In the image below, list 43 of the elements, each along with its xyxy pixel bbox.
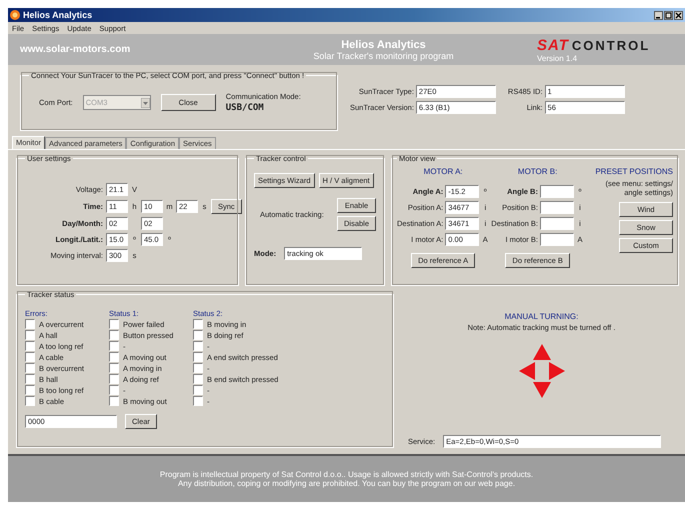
checkbox[interactable] [25,330,35,340]
close-icon[interactable] [674,10,683,20]
minimize-icon[interactable] [654,10,663,20]
checkbox[interactable] [109,352,119,362]
section-title: MANUAL TURNING: [504,312,578,321]
input-field[interactable] [540,233,574,246]
app-icon [10,10,20,20]
checkbox[interactable] [193,374,203,384]
footer-text: Any distribution, coping or modifying are prohibited. You can buy the program on our web page. [178,479,516,488]
checkbox[interactable] [25,341,35,351]
column-title: MOTOR B: [516,167,558,178]
arrow-down-icon[interactable] [532,382,550,398]
version-label: Version 1.4 [537,54,578,62]
column-title: PRESET POSITIONS [595,167,673,176]
maximize-icon[interactable] [664,10,673,20]
checkbox[interactable] [25,319,35,329]
window-title: Helios Analytics [23,10,92,20]
column-title: MOTOR A: [422,167,464,178]
checkbox[interactable] [25,396,35,406]
checkbox[interactable] [25,363,35,373]
checkbox[interactable] [25,385,35,395]
checkbox[interactable] [193,352,203,362]
checkbox[interactable] [193,319,203,329]
checkbox[interactable] [109,374,119,384]
arrow-up-icon[interactable] [532,344,550,360]
footer-text: Program is intellectual property of Sat Control d.o.o.. Usage is allowed strictly with Sat-Control's products. [160,470,534,479]
logo-text: CONTROL [572,38,650,52]
input-field[interactable] [540,185,574,198]
arrow-left-icon[interactable] [518,362,534,380]
checkbox[interactable] [109,396,119,406]
checkbox[interactable] [193,330,203,340]
checkbox[interactable] [25,352,35,362]
logo-text: SAT [537,36,569,54]
app-subtitle: Solar Tracker's monitoring program [313,50,454,60]
mode-value: USB/COM [226,103,265,113]
input-field[interactable] [540,201,574,214]
checkbox[interactable] [109,319,119,329]
input-field[interactable] [540,217,574,230]
arrow-right-icon[interactable] [548,362,564,380]
checkbox[interactable] [109,363,119,373]
checkbox[interactable] [25,374,35,384]
checkbox[interactable] [109,330,119,340]
app-title: Helios Analytics [341,38,426,50]
